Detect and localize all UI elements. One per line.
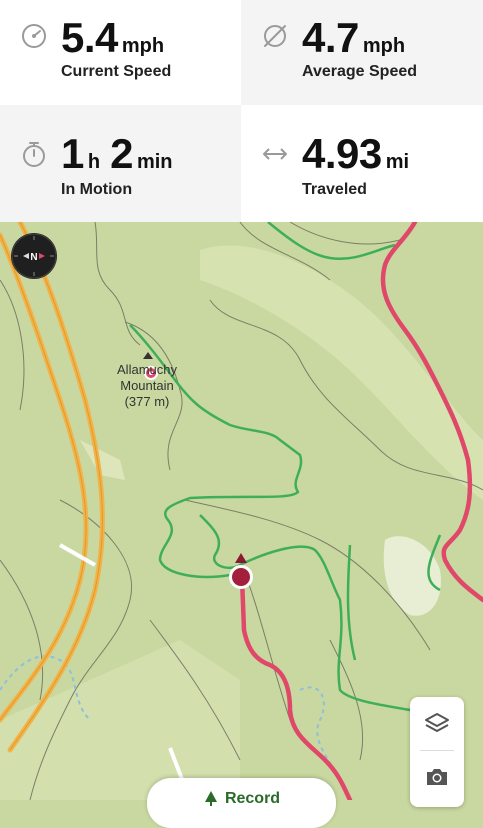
map-controls: [410, 697, 464, 807]
camera-button[interactable]: [410, 751, 464, 803]
record-label: Record: [224, 790, 281, 807]
peak-elevation: (377 m): [124, 394, 170, 409]
traveled-stat: 4.93 mi Traveled: [241, 105, 483, 222]
camera-icon: [427, 769, 447, 785]
distance-icon: [263, 148, 287, 160]
in-motion-label: In Motion: [61, 181, 133, 198]
in-motion-stat: 1 h 2 min In Motion: [0, 105, 241, 222]
layers-icon: [425, 713, 449, 732]
layers-button[interactable]: [410, 697, 464, 749]
average-speed-label: Average Speed: [302, 63, 418, 80]
position-dot: [232, 568, 250, 586]
average-icon: [264, 25, 286, 47]
in-motion-minutes: 2: [110, 130, 133, 177]
peak-name-line1: Allamuchy: [117, 362, 177, 377]
current-speed-unit: mph: [121, 35, 165, 57]
peak-name-line2: Mountain: [120, 378, 174, 393]
traveled-value: 4.93: [302, 130, 382, 177]
in-motion-hours: 1: [61, 130, 84, 177]
current-speed-label: Current Speed: [61, 63, 172, 80]
stopwatch-icon: [23, 142, 45, 167]
stats-panel: 5.4 mph Current Speed 4.7 mph Average Spee…: [0, 0, 483, 222]
current-speed-stat: 5.4 mph Current Speed: [0, 0, 241, 105]
average-speed-value-group: 4.7 mph: [302, 14, 405, 62]
current-speed-value-group: 5.4 mph: [61, 14, 164, 62]
traveled-value-group: 4.93 mi: [302, 130, 409, 178]
traveled-unit: mi: [385, 151, 410, 173]
peak-label: Allamuchy Mountain (377 m): [102, 362, 192, 410]
compass-button[interactable]: N: [11, 233, 57, 279]
compass-letter: N: [30, 252, 37, 263]
in-motion-hours-unit: h: [87, 151, 101, 173]
in-motion-value-group: 1 h 2 min: [61, 130, 173, 178]
tree-icon: [204, 791, 217, 806]
traveled-label: Traveled: [302, 181, 367, 198]
record-button[interactable]: Record: [147, 778, 336, 828]
current-speed-value: 5.4: [61, 14, 118, 61]
in-motion-minutes-unit: min: [136, 151, 173, 173]
speedometer-icon: [22, 24, 46, 48]
average-speed-unit: mph: [362, 35, 406, 57]
average-speed-stat: 4.7 mph Average Speed: [241, 0, 483, 105]
compass-icon: N: [11, 233, 57, 279]
average-speed-value: 4.7: [302, 14, 359, 61]
